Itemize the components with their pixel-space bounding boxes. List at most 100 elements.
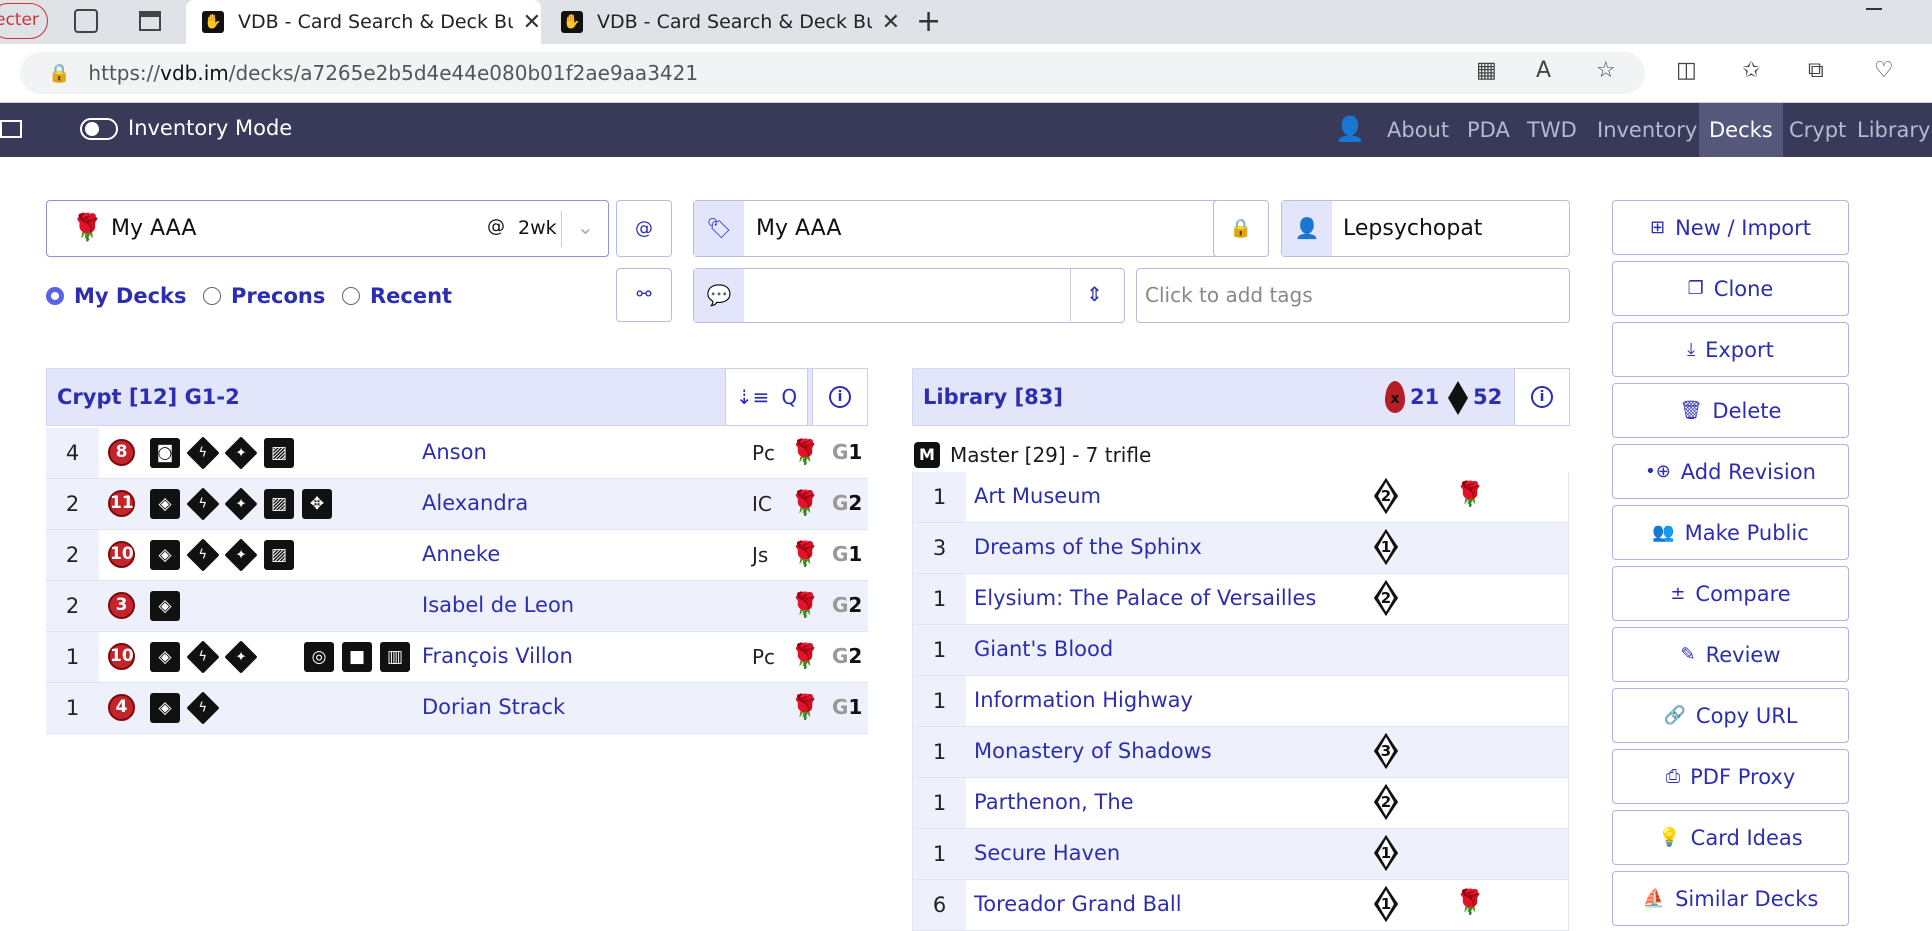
library-card-name[interactable]: Parthenon, The: [974, 790, 1134, 814]
nav-pda[interactable]: PDA: [1457, 103, 1520, 157]
pdf-proxy-button[interactable]: ⎙ PDF Proxy: [1612, 749, 1849, 804]
crypt-qty[interactable]: 2: [46, 530, 99, 580]
tags-field[interactable]: Click to add tags: [1136, 268, 1570, 323]
nav-inventory[interactable]: Inventory: [1587, 103, 1707, 157]
vertical-tabs-icon[interactable]: [139, 11, 161, 31]
chevron-down-icon[interactable]: ⌄: [577, 215, 594, 239]
tab-partial[interactable]: ecter: [0, 3, 48, 39]
crypt-qty[interactable]: 4: [46, 428, 99, 478]
library-qty[interactable]: 3: [913, 523, 966, 573]
at-filter-button[interactable]: @: [616, 200, 672, 257]
library-card-name[interactable]: Elysium: The Palace of Versailles: [974, 586, 1316, 610]
export-button[interactable]: ⤓ Export: [1612, 322, 1849, 377]
sidebar-icon[interactable]: [0, 120, 22, 138]
similar-decks-button[interactable]: ⛵ Similar Decks: [1612, 871, 1849, 926]
radio-recent[interactable]: Recent: [342, 284, 452, 308]
crypt-card-name[interactable]: Anson: [422, 440, 487, 464]
expand-icon[interactable]: ⇕: [1086, 282, 1103, 306]
library-qty[interactable]: 1: [913, 829, 966, 879]
radio-my-decks[interactable]: My Decks: [46, 284, 187, 308]
favorite-star-icon[interactable]: ☆: [1596, 58, 1616, 83]
library-row[interactable]: 6 Toreador Grand Ball 1 🌹: [912, 880, 1569, 931]
crypt-row[interactable]: 2 3 ◈ Isabel de Leon 🌹 G2: [46, 581, 868, 632]
library-qty[interactable]: 1: [913, 625, 966, 675]
crypt-row[interactable]: 1 10 ◈ ϟ ✦ ◎ ■ ▥ François Villon Pc 🌹 G2: [46, 632, 868, 683]
crypt-card-name[interactable]: Anneke: [422, 542, 500, 566]
tab-vdb-active[interactable]: ✋ VDB - Card Search & Deck Building ✕: [186, 0, 541, 44]
author-field[interactable]: 👤 Lepsychopat: [1281, 200, 1570, 257]
library-qty[interactable]: 1: [913, 727, 966, 777]
health-icon[interactable]: ♡: [1874, 58, 1894, 83]
deck-select[interactable]: 🌹 My AAA @ 2wk ⌄: [46, 200, 609, 257]
radio-precons[interactable]: Precons: [203, 284, 325, 308]
crypt-qty[interactable]: 1: [46, 683, 99, 733]
crypt-row[interactable]: 4 8 ◙ ϟ ✦ ▨ Anson Pc 🌹 G1: [46, 428, 868, 479]
description-field[interactable]: 💬 ⇕: [693, 268, 1125, 323]
add-revision-button[interactable]: •⊕ Add Revision: [1612, 444, 1849, 499]
nav-decks[interactable]: Decks: [1699, 103, 1783, 157]
make-public-button[interactable]: 👥 Make Public: [1612, 505, 1849, 560]
crypt-card-name[interactable]: François Villon: [422, 644, 573, 668]
close-tab-icon[interactable]: ✕: [882, 10, 900, 35]
split-screen-icon[interactable]: ◫: [1676, 58, 1697, 83]
library-row[interactable]: 1 Parthenon, The 2: [912, 778, 1569, 829]
nav-twd[interactable]: TWD: [1517, 103, 1587, 157]
crypt-card-name[interactable]: Isabel de Leon: [422, 593, 574, 617]
crypt-card-name[interactable]: Dorian Strack: [422, 695, 565, 719]
crypt-card-name[interactable]: Alexandra: [422, 491, 528, 515]
library-row[interactable]: 3 Dreams of the Sphinx 1: [912, 523, 1569, 574]
library-card-name[interactable]: Dreams of the Sphinx: [974, 535, 1202, 559]
library-row[interactable]: 1 Elysium: The Palace of Versailles 2: [912, 574, 1569, 625]
search-decks-button[interactable]: ⚯: [616, 268, 672, 322]
read-aloud-icon[interactable]: A: [1536, 58, 1551, 83]
library-row[interactable]: 1 Secure Haven 1: [912, 829, 1569, 880]
workspaces-icon[interactable]: [74, 9, 98, 33]
library-qty[interactable]: 1: [913, 472, 966, 522]
delete-button[interactable]: 🗑 Delete: [1612, 383, 1849, 438]
library-card-name[interactable]: Secure Haven: [974, 841, 1120, 865]
radio-circle[interactable]: [203, 287, 221, 305]
crypt-row[interactable]: 1 4 ◈ ϟ Dorian Strack 🌹 G1: [46, 683, 868, 734]
library-card-name[interactable]: Toreador Grand Ball: [974, 892, 1182, 916]
library-card-name[interactable]: Monastery of Shadows: [974, 739, 1212, 763]
collections-icon[interactable]: ⧉: [1808, 58, 1824, 83]
library-card-name[interactable]: Information Highway: [974, 688, 1193, 712]
library-row[interactable]: 1 Information Highway: [912, 676, 1569, 727]
crypt-qty[interactable]: 1: [46, 632, 99, 682]
library-row[interactable]: 1 Giant's Blood: [912, 625, 1569, 676]
app-grid-icon[interactable]: ▦: [1476, 58, 1497, 83]
library-qty[interactable]: 1: [913, 778, 966, 828]
crypt-qty[interactable]: 2: [46, 479, 99, 529]
library-qty[interactable]: 1: [913, 676, 966, 726]
nav-library[interactable]: Library: [1847, 103, 1932, 157]
review-button[interactable]: ✎ Review: [1612, 627, 1849, 682]
crypt-row[interactable]: 2 11 ◈ ϟ ✦ ▨ ✥ Alexandra IC 🌹 G2: [46, 479, 868, 530]
account-icon[interactable]: 👤: [1335, 115, 1365, 143]
deck-name-field[interactable]: 🏷 My AAA: [693, 200, 1235, 257]
crypt-sort-button[interactable]: ⇣≡ Q: [725, 368, 808, 426]
url-field[interactable]: 🔒 https://vdb.im/decks/a7265e2b5d4e44e08…: [20, 52, 1645, 94]
library-card-name[interactable]: Giant's Blood: [974, 637, 1113, 661]
copy-url-button[interactable]: 🔗 Copy URL: [1612, 688, 1849, 743]
library-row[interactable]: 1 Art Museum 2 🌹: [912, 472, 1569, 523]
nav-about[interactable]: About: [1377, 103, 1459, 157]
inventory-mode-toggle[interactable]: [80, 118, 118, 140]
close-tab-icon[interactable]: ✕: [523, 10, 541, 35]
library-row[interactable]: 1 Monastery of Shadows 3: [912, 727, 1569, 778]
crypt-info-button[interactable]: i: [812, 368, 868, 426]
library-qty[interactable]: 1: [913, 574, 966, 624]
library-qty[interactable]: 6: [913, 880, 966, 930]
new-tab-icon[interactable]: +: [916, 4, 941, 39]
card-ideas-button[interactable]: 💡 Card Ideas: [1612, 810, 1849, 865]
radio-circle[interactable]: [46, 287, 64, 305]
clone-button[interactable]: ❐ Clone: [1612, 261, 1849, 316]
crypt-qty[interactable]: 2: [46, 581, 99, 631]
library-info-button[interactable]: i: [1514, 368, 1570, 426]
tab-vdb-2[interactable]: ✋ VDB - Card Search & Deck Building ✕: [545, 0, 900, 44]
radio-circle[interactable]: [342, 287, 360, 305]
crypt-row[interactable]: 2 10 ◈ ϟ ✦ ▨ Anneke Js 🌹 G1: [46, 530, 868, 581]
new-import-button[interactable]: ⊞ New / Import: [1612, 200, 1849, 255]
compare-button[interactable]: ± Compare: [1612, 566, 1849, 621]
library-card-name[interactable]: Art Museum: [974, 484, 1101, 508]
nav-crypt[interactable]: Crypt: [1779, 103, 1856, 157]
